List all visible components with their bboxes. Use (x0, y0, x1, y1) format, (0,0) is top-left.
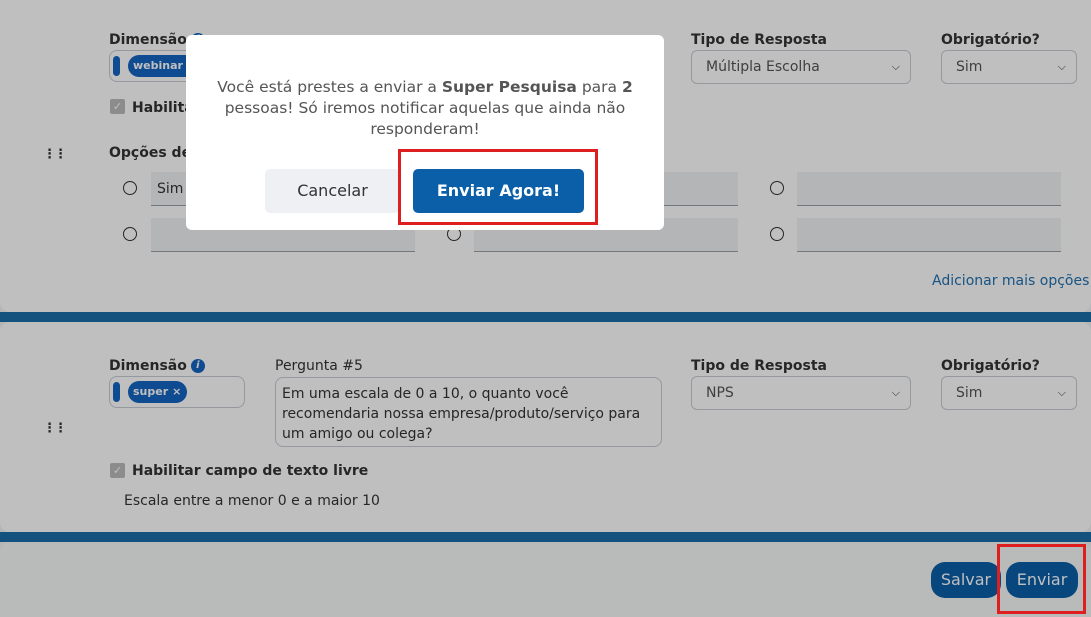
highlight-send-now (398, 149, 598, 225)
survey-name: Super Pesquisa (441, 78, 577, 96)
cancel-button[interactable]: Cancelar (265, 169, 400, 213)
recipient-count: 2 (621, 78, 633, 96)
highlight-send (997, 544, 1086, 614)
modal-message: Você está prestes a enviar a Super Pesqu… (217, 78, 633, 138)
